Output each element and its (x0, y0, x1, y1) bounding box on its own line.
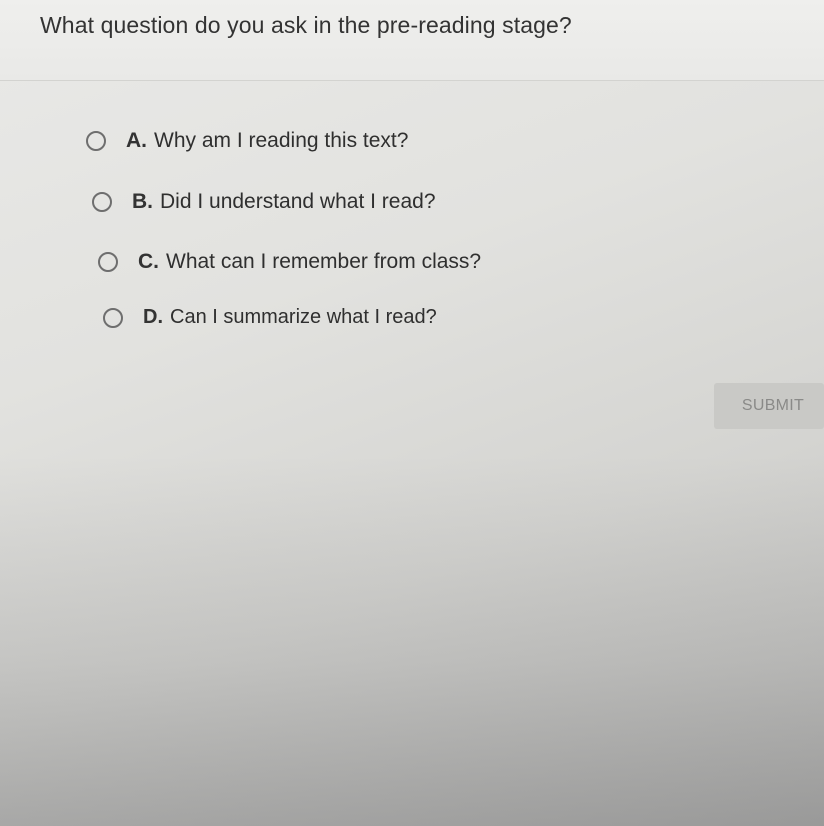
option-letter: D. (143, 306, 163, 328)
option-letter: B. (132, 190, 153, 213)
option-a[interactable]: A. Why am I reading this text? (86, 129, 408, 153)
radio-button-icon[interactable] (92, 192, 112, 212)
option-label: C. What can I remember from class? (138, 250, 481, 274)
radio-button-icon[interactable] (86, 131, 106, 151)
option-label: D. Can I summarize what I read? (143, 306, 437, 329)
radio-button-icon[interactable] (98, 252, 118, 272)
option-c[interactable]: C. What can I remember from class? (98, 250, 481, 274)
option-letter: C. (138, 250, 159, 273)
option-text: Did I understand what I read? (160, 190, 436, 213)
submit-button[interactable]: SUBMIT (714, 383, 824, 429)
option-label: A. Why am I reading this text? (126, 129, 408, 153)
radio-button-icon[interactable] (103, 307, 123, 328)
option-text: Why am I reading this text? (154, 129, 409, 152)
answer-options: A. Why am I reading this text? B. Did I un… (0, 0, 824, 826)
option-text: What can I remember from class? (166, 250, 482, 273)
option-d[interactable]: D. Can I summarize what I read? (103, 306, 437, 329)
option-label: B. Did I understand what I read? (132, 190, 436, 214)
option-letter: A. (126, 129, 147, 152)
option-text: Can I summarize what I read? (170, 306, 437, 328)
option-b[interactable]: B. Did I understand what I read? (92, 190, 436, 214)
